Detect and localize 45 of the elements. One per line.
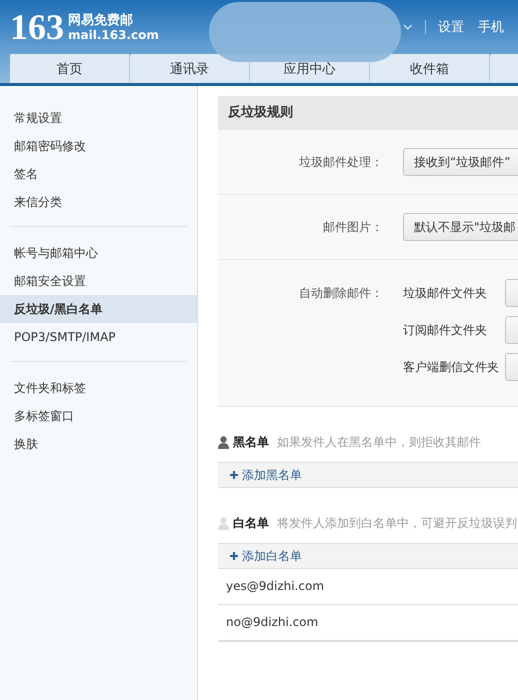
header-link[interactable]: 设置 [438, 18, 464, 36]
sidebar-item[interactable]: 多标签窗口 [0, 402, 197, 430]
person-icon [218, 516, 229, 530]
panel-title: 反垃圾规则 [218, 96, 518, 130]
sidebar-item[interactable]: 帐号与邮箱中心 [0, 239, 197, 267]
person-icon [218, 436, 229, 448]
logo-number: 163 [10, 9, 64, 45]
sidebar-item[interactable]: 文件夹和标签 [0, 374, 197, 402]
list-description: 如果发件人在黑名单中，则拒收其邮件 [277, 434, 481, 450]
sidebar-item[interactable]: 邮箱安全设置 [0, 267, 197, 295]
dropdown-button[interactable] [505, 316, 518, 344]
plus-icon [230, 471, 238, 479]
logo-title: 网易免费邮 [68, 12, 134, 28]
sidebar-item[interactable]: 换肤 [0, 430, 197, 458]
folder-label: 垃圾邮件文件夹 [403, 284, 488, 302]
sidebar-item[interactable]: 反垃圾/黑白名单 [0, 295, 197, 323]
nav-tab[interactable]: 收件箱 [370, 54, 490, 83]
add-link[interactable]: 添加白名单 [230, 548, 302, 564]
nav-tab[interactable]: 应用中心 [250, 54, 370, 83]
plus-icon [230, 552, 238, 560]
sidebar-item[interactable]: 签名 [0, 160, 197, 188]
dropdown-button[interactable] [505, 279, 518, 307]
list-entry[interactable]: no@9dizhi.com [218, 605, 518, 642]
setting-label: 邮件图片： [322, 218, 384, 236]
dropdown-button[interactable] [505, 353, 518, 381]
list-title: 白名单 [233, 514, 269, 532]
dropdown-button[interactable]: 默认不显示"垃圾邮 [403, 213, 518, 241]
setting-label: 垃圾邮件处理： [298, 154, 384, 170]
sidebar-item[interactable]: 来信分类 [0, 188, 197, 216]
logo-domain: mail.163.com [68, 28, 159, 42]
caret-icon[interactable] [403, 24, 414, 30]
folder-label: 订阅邮件文件夹 [403, 322, 488, 338]
dropdown-button[interactable]: 接收到“垃圾邮件” [403, 148, 518, 176]
nav-tab[interactable]: 首页 [10, 54, 130, 83]
add-link[interactable]: 添加黑名单 [230, 466, 302, 484]
list-title: 黑名单 [233, 434, 269, 450]
sidebar-item[interactable]: 邮箱密码修改 [0, 132, 197, 160]
nav-tab[interactable]: 通讯录 [130, 54, 250, 83]
list-entry[interactable]: yes@9dizhi.com [218, 569, 518, 605]
setting-label: 自动删除邮件： [298, 285, 384, 302]
header-link[interactable]: 手机 [478, 18, 504, 36]
folder-label: 客户端删信文件夹 [403, 358, 500, 376]
sidebar-item[interactable]: POP3/SMTP/IMAP [0, 323, 197, 351]
list-description: 将发件人添加到白名单中，可避开反垃圾误判 [277, 514, 517, 532]
sidebar-item[interactable]: 常规设置 [0, 104, 197, 132]
